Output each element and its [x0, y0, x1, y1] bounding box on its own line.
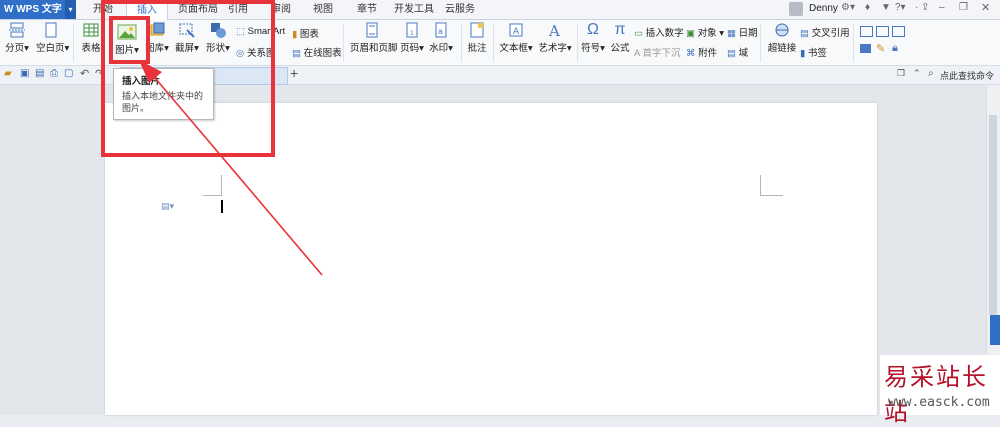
watermark-url: www.easck.com: [888, 395, 990, 410]
site-watermark: 易采站长站 www.easck.com: [880, 355, 1000, 426]
annotation-arrow: [139, 60, 323, 276]
watermark-title: 易采站长站: [884, 363, 988, 426]
